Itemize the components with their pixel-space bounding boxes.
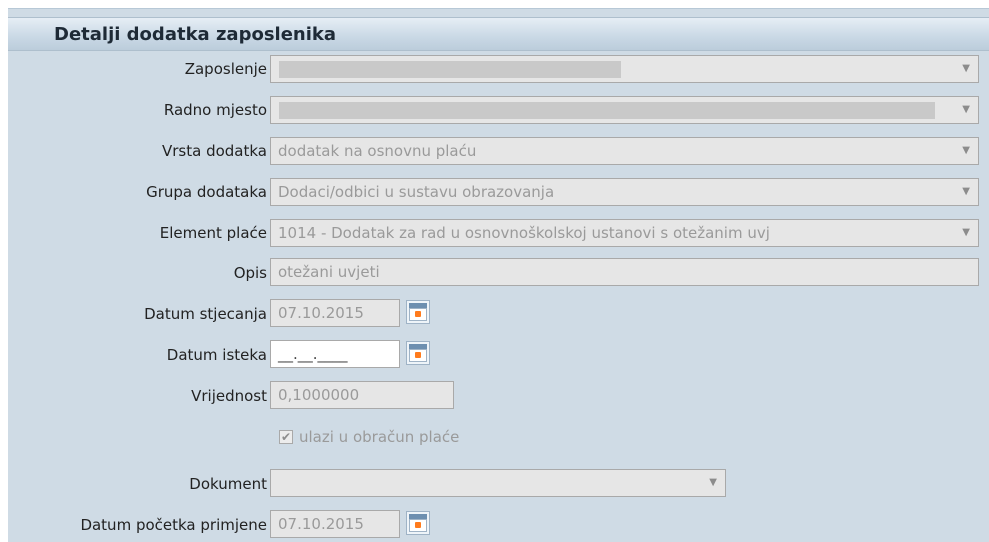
datum-stjecanja-value: 07.10.2015 — [278, 304, 364, 322]
dokument-label: Dokument — [189, 475, 267, 493]
chevron-down-icon: ▼ — [709, 477, 717, 488]
calendar-icon[interactable] — [406, 341, 430, 365]
radno-mjesto-select[interactable]: ▼ — [270, 96, 979, 124]
element-place-label: Element plaće — [159, 224, 267, 242]
vrsta-dodatka-value: dodatak na osnovnu plaću — [278, 142, 477, 160]
ulazi-u-obracun-checkbox[interactable]: ✔ ulazi u obračun plaće — [279, 428, 459, 446]
grupa-dodataka-select[interactable]: Dodaci/odbici u sustavu obrazovanja ▼ — [270, 178, 979, 206]
vrijednost-input[interactable]: 0,1000000 — [270, 381, 454, 409]
chevron-down-icon: ▼ — [962, 186, 970, 197]
element-place-value: 1014 - Dodatak za rad u osnovnoškolskoj … — [278, 224, 770, 242]
employee-allowance-details-panel: Detalji dodatka zaposlenika Zaposlenje ▼… — [8, 0, 989, 542]
panel-header: Detalji dodatka zaposlenika — [8, 17, 989, 51]
datum-isteka-value: __.__.____ — [278, 345, 348, 363]
top-border — [8, 0, 989, 9]
datum-pocetka-primjene-input[interactable]: 07.10.2015 — [270, 510, 400, 538]
chevron-down-icon: ▼ — [962, 63, 970, 74]
vrijednost-value: 0,1000000 — [278, 386, 360, 404]
zaposlenje-select[interactable]: ▼ — [270, 55, 979, 83]
dokument-select[interactable]: ▼ — [270, 469, 726, 497]
radno-mjesto-label: Radno mjesto — [163, 101, 267, 119]
calendar-icon[interactable] — [406, 300, 430, 324]
datum-stjecanja-input[interactable]: 07.10.2015 — [270, 299, 400, 327]
datum-pocetka-primjene-label: Datum početka primjene — [80, 516, 267, 534]
panel-title: Detalji dodatka zaposlenika — [54, 24, 337, 45]
redacted-value — [279, 61, 621, 78]
chevron-down-icon: ▼ — [962, 227, 970, 238]
calendar-icon[interactable] — [406, 511, 430, 535]
chevron-down-icon: ▼ — [962, 104, 970, 115]
calendar-day-marker — [415, 352, 421, 358]
ulazi-u-obracun-label: ulazi u obračun plaće — [299, 428, 460, 446]
zaposlenje-label: Zaposlenje — [184, 60, 267, 78]
chevron-down-icon: ▼ — [962, 145, 970, 156]
opis-label: Opis — [233, 264, 267, 282]
vrsta-dodatka-label: Vrsta dodatka — [162, 142, 267, 160]
opis-input[interactable]: otežani uvjeti — [270, 258, 979, 286]
grupa-dodataka-label: Grupa dodataka — [146, 183, 267, 201]
vrsta-dodatka-select[interactable]: dodatak na osnovnu plaću ▼ — [270, 137, 979, 165]
calendar-day-marker — [415, 311, 421, 317]
datum-pocetka-primjene-value: 07.10.2015 — [278, 515, 364, 533]
datum-isteka-label: Datum isteka — [166, 346, 267, 364]
opis-value: otežani uvjeti — [278, 263, 380, 281]
calendar-day-marker — [415, 522, 421, 528]
datum-stjecanja-label: Datum stjecanja — [144, 305, 267, 323]
vrijednost-label: Vrijednost — [191, 387, 267, 405]
checkmark-icon: ✔ — [279, 430, 293, 444]
grupa-dodataka-value: Dodaci/odbici u sustavu obrazovanja — [278, 183, 555, 201]
redacted-value — [279, 102, 935, 119]
datum-isteka-input[interactable]: __.__.____ — [270, 340, 400, 368]
element-place-select[interactable]: 1014 - Dodatak za rad u osnovnoškolskoj … — [270, 219, 979, 247]
